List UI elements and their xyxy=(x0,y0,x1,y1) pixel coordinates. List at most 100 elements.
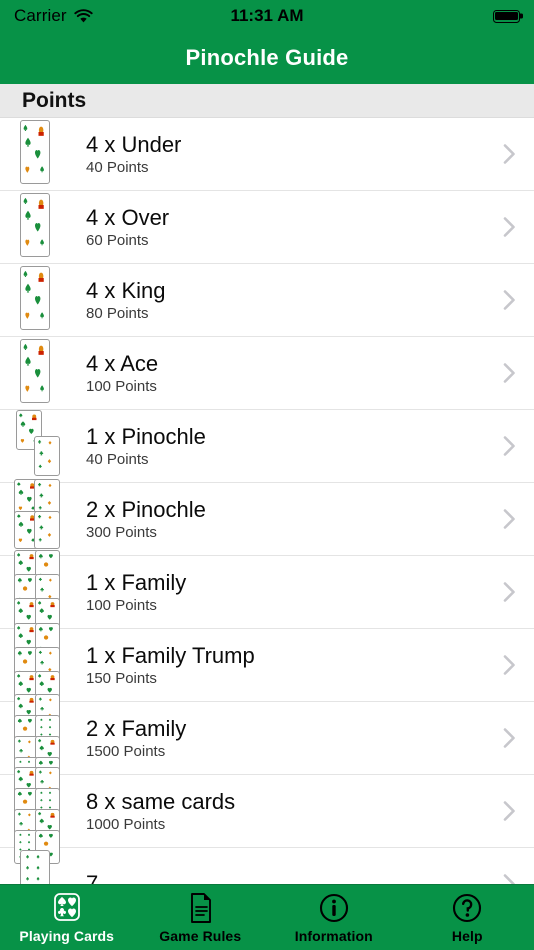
info-circle-icon xyxy=(317,892,351,924)
playing-card-thumbnail xyxy=(35,623,60,659)
list-item-text: 4 x King 80 Points xyxy=(86,278,166,322)
card-thumbnail-stack xyxy=(0,479,86,556)
list-item[interactable]: 4 x Under 40 Points xyxy=(0,118,534,191)
tab-label: Game Rules xyxy=(159,927,242,944)
list-item-text: 4 x Under 40 Points xyxy=(86,131,182,176)
playing-card-thumbnail xyxy=(14,550,39,586)
list-item-points: 150 Points xyxy=(86,669,157,687)
chevron-right-icon xyxy=(503,874,515,884)
tab-information[interactable]: Information xyxy=(267,885,401,950)
card-thumbnail-stack xyxy=(0,118,86,191)
list-item-points: 100 Points xyxy=(86,596,157,614)
tab-playing-cards[interactable]: Playing Cards xyxy=(0,885,134,950)
list-item[interactable]: 1 x Family 100 Points xyxy=(0,550,534,634)
list-item-text: 7 xyxy=(86,872,98,884)
list-item-points: 40 Points xyxy=(86,158,149,176)
question-circle-icon xyxy=(450,892,484,924)
card-thumbnail-stack xyxy=(0,623,86,707)
list-item[interactable]: 1 x Pinochle 40 Points xyxy=(0,410,534,483)
chevron-right-icon xyxy=(503,728,515,748)
playing-card-thumbnail xyxy=(35,736,60,770)
chevron-right-icon xyxy=(503,436,515,456)
list-item-points: 40 Points xyxy=(86,450,149,468)
playing-card-thumbnail xyxy=(14,574,39,610)
playing-card-thumbnail xyxy=(34,436,60,476)
list-item-text: 1 x Pinochle 40 Points xyxy=(86,423,206,468)
card-thumbnail-stack xyxy=(0,694,86,791)
list-item-text: 1 x Family 100 Points xyxy=(86,569,187,614)
list-item-points: 1000 Points xyxy=(86,815,166,833)
chevron-right-icon xyxy=(503,655,515,675)
playing-card-thumbnail xyxy=(14,479,40,517)
chevron-right-icon xyxy=(503,217,515,237)
card-thumbnail-stack xyxy=(0,767,86,864)
playing-card-thumbnail xyxy=(14,788,39,822)
points-list[interactable]: 4 x Under 40 Points 4 x Over 60 Points 4 x K… xyxy=(0,118,534,884)
list-item-title: 2 x Pinochle xyxy=(86,496,206,522)
list-item-title: 4 x Under xyxy=(86,131,182,157)
wifi-icon xyxy=(74,8,93,22)
list-item-title: 2 x Family xyxy=(86,715,187,741)
list-item[interactable]: 7 xyxy=(0,848,534,884)
list-item-points: 100 Points xyxy=(86,377,157,395)
playing-cards-icon xyxy=(50,892,84,924)
status-bar-right xyxy=(493,9,523,23)
list-item-text: 4 x Over 60 Points xyxy=(86,205,169,249)
list-item-title: 4 x Ace xyxy=(86,350,159,376)
playing-card-thumbnail xyxy=(35,788,60,822)
playing-card-thumbnail xyxy=(35,809,60,843)
list-item-text: 2 x Pinochle 300 Points xyxy=(86,496,206,541)
tab-bar[interactable]: Playing Cards Game Rules Information Help xyxy=(0,884,534,950)
page-title: Pinochle Guide xyxy=(185,45,349,70)
playing-card-thumbnail xyxy=(35,550,60,586)
playing-card-thumbnail xyxy=(14,511,40,549)
list-item-text: 1 x Family Trump 150 Points xyxy=(86,642,255,687)
playing-card-thumbnail xyxy=(14,647,39,683)
navigation-bar: Pinochle Guide xyxy=(0,32,534,84)
card-thumbnail-stack xyxy=(0,264,86,337)
status-bar: Carrier 11:31 AM xyxy=(0,0,534,32)
card-thumbnail-stack xyxy=(0,848,86,884)
tab-game-rules[interactable]: Game Rules xyxy=(134,885,268,950)
chevron-right-icon xyxy=(503,509,515,529)
list-item-text: 8 x same cards 1000 Points xyxy=(86,788,236,833)
playing-card-thumbnail xyxy=(20,850,50,884)
list-item[interactable]: 2 x Pinochle 300 Points xyxy=(0,479,534,556)
list-item[interactable]: 4 x King 80 Points xyxy=(0,264,534,337)
list-item[interactable]: 4 x Ace 100 Points xyxy=(0,337,534,410)
list-item-title: 8 x same cards xyxy=(86,788,236,814)
chevron-right-icon xyxy=(503,801,515,821)
list-item-points: 300 Points xyxy=(86,523,157,541)
playing-card-thumbnail xyxy=(34,511,60,549)
playing-card-thumbnail xyxy=(16,410,42,450)
chevron-right-icon xyxy=(503,144,515,164)
list-item-text: 2 x Family 1500 Points xyxy=(86,715,187,760)
playing-card-thumbnail xyxy=(20,193,50,257)
list-item-title: 1 x Pinochle xyxy=(86,423,206,449)
list-item[interactable]: 2 x Family 1500 Points xyxy=(0,694,534,791)
card-thumbnail-stack xyxy=(0,550,86,634)
list-item[interactable]: 8 x same cards 1000 Points xyxy=(0,767,534,864)
playing-card-thumbnail xyxy=(14,715,39,749)
card-thumbnail-stack xyxy=(0,191,86,264)
battery-full-icon xyxy=(493,9,523,23)
playing-card-thumbnail xyxy=(14,623,39,659)
carrier-label: Carrier xyxy=(14,6,67,25)
list-item-title: 1 x Family Trump xyxy=(86,642,255,668)
tab-label: Help xyxy=(451,927,483,944)
playing-card-thumbnail xyxy=(20,339,50,403)
list-item[interactable]: 1 x Family Trump 150 Points xyxy=(0,623,534,707)
tab-label: Information xyxy=(294,927,373,944)
chevron-right-icon xyxy=(503,290,515,310)
list-item-title: 7 xyxy=(86,871,99,884)
list-item-text: 4 x Ace 100 Points xyxy=(86,350,159,395)
list-item-points: 60 Points xyxy=(86,231,149,249)
tab-label: Playing Cards xyxy=(19,927,115,944)
tab-help[interactable]: Help xyxy=(401,885,534,950)
chevron-right-icon xyxy=(503,363,515,383)
list-item[interactable]: 4 x Over 60 Points xyxy=(0,191,534,264)
card-thumbnail-stack xyxy=(0,337,86,410)
list-item-points: 1500 Points xyxy=(86,742,166,760)
chevron-right-icon xyxy=(503,582,515,602)
list-item-title: 1 x Family xyxy=(86,569,187,595)
